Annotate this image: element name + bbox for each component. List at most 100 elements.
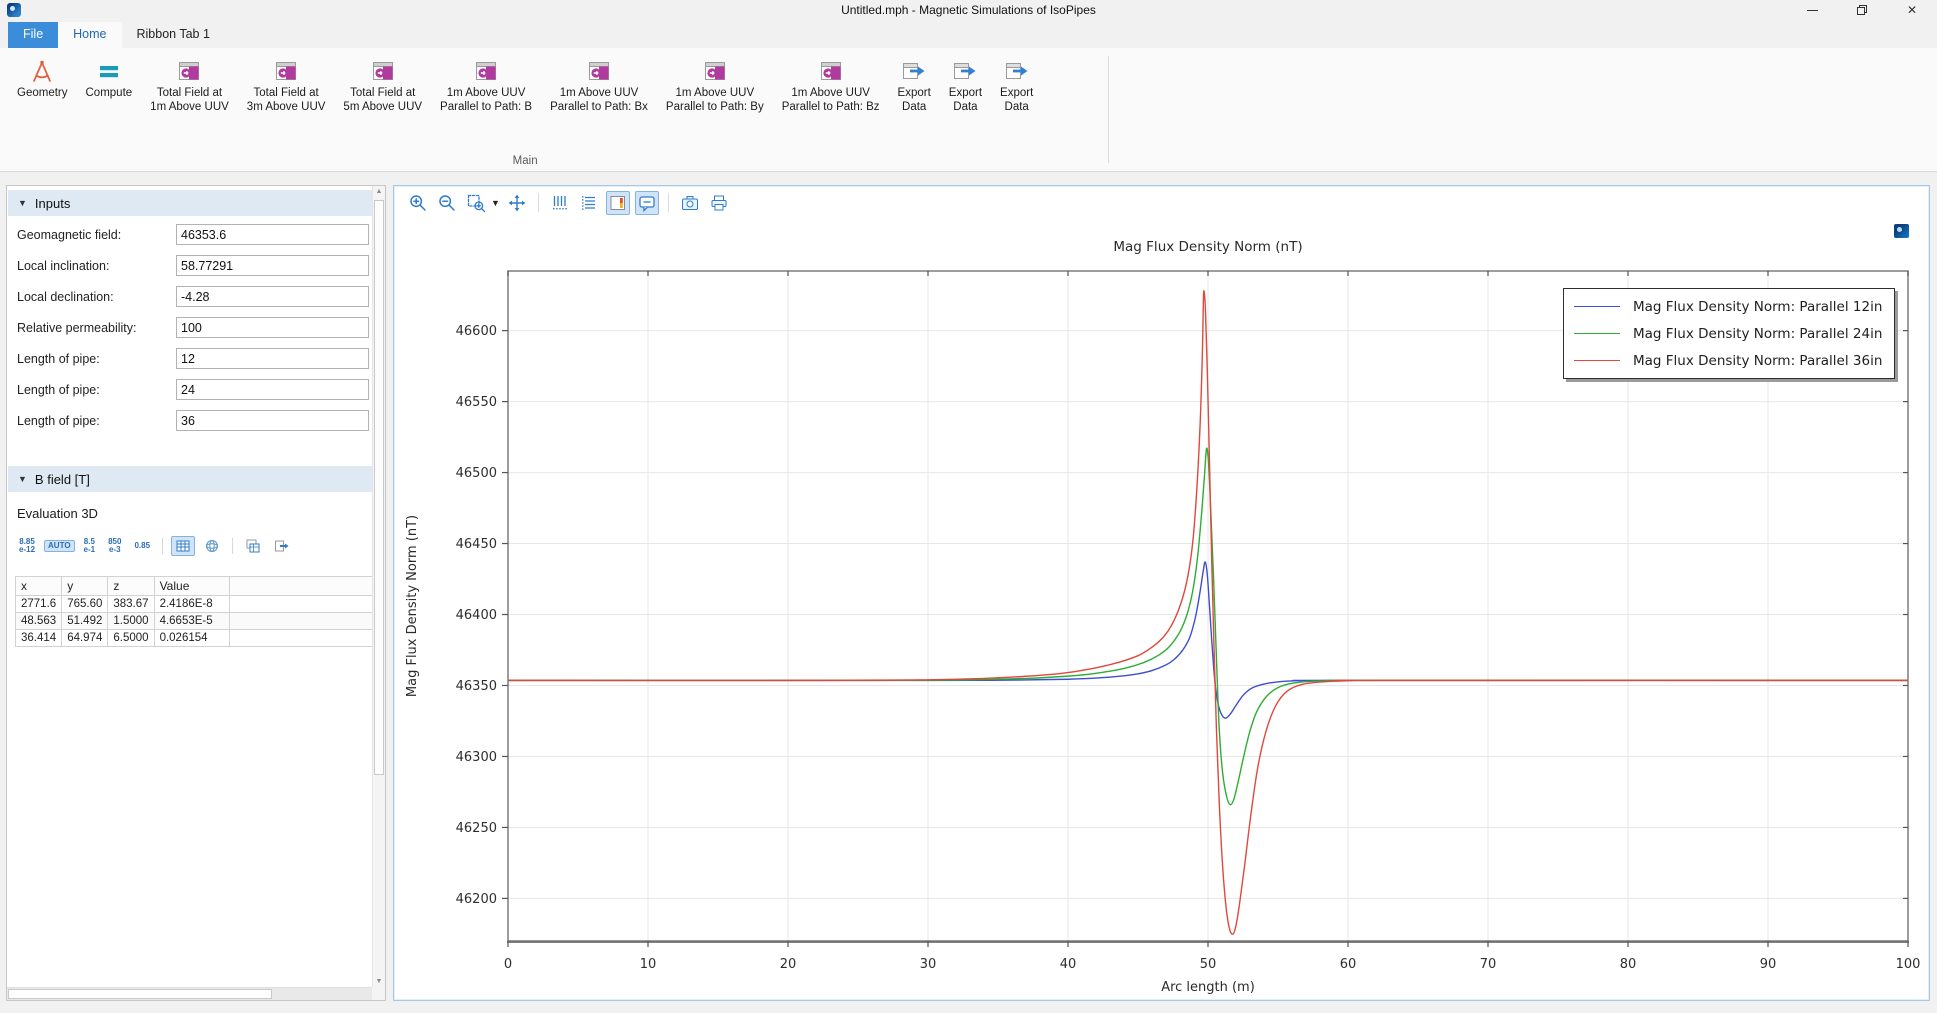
x-tick-label: 20 (780, 957, 797, 972)
zoom-in-button[interactable] (406, 191, 430, 215)
table-cell: 48.563 (16, 613, 62, 630)
table-row[interactable]: 48.56351.4921.50004.6653E-5 (16, 613, 375, 630)
bfield-section-header[interactable]: ▼ B field [T] (8, 466, 373, 492)
scrollbar-thumb[interactable] (374, 200, 384, 775)
table-view-button[interactable] (171, 536, 195, 556)
tab-ribbon-tab-1[interactable]: Ribbon Tab 1 (122, 22, 225, 48)
precision-sci-button[interactable]: 8.5 e-1 (80, 536, 100, 556)
copy-to-table-button[interactable] (241, 536, 265, 556)
column-header[interactable]: Value (154, 577, 229, 596)
column-header-empty (229, 577, 374, 596)
ribbon-button-1m-above-uuv-parallel-to-path-bx-6[interactable]: 1m Above UUV Parallel to Path: Bx (541, 56, 657, 114)
legend-label: Mag Flux Density Norm: Parallel 12in (1633, 299, 1882, 315)
ribbon-button-compute-1[interactable]: Compute (77, 56, 142, 101)
column-header[interactable]: x (16, 577, 62, 596)
precision-auto-button[interactable]: AUTO (44, 540, 75, 552)
image-snapshot-button[interactable] (678, 191, 702, 215)
table-row[interactable]: 2771.6765.60383.672.4186E-8 (16, 596, 375, 613)
x-tick-label: 70 (1480, 957, 1497, 972)
close-button[interactable]: ✕ (1887, 0, 1937, 20)
separator (232, 538, 233, 554)
inputs-section-header[interactable]: ▼ Inputs (8, 190, 373, 216)
zoom-box-button[interactable] (464, 191, 488, 215)
length-of-pipe-input-4[interactable] (176, 348, 369, 369)
ribbon-button-export-data-11[interactable]: Export Data (991, 56, 1042, 114)
legend-line-sample (1574, 306, 1620, 307)
scrollbar-thumb[interactable] (8, 989, 272, 999)
scroll-down-icon[interactable]: ▼ (373, 978, 385, 985)
legend-toggle-button[interactable] (606, 191, 630, 215)
ribbon-button-export-data-10[interactable]: Export Data (940, 56, 991, 114)
ribbon-button-export-data-9[interactable]: Export Data (889, 56, 940, 114)
local-inclination-input-1[interactable] (176, 255, 369, 276)
sidebar-horizontal-scrollbar[interactable] (7, 987, 372, 1000)
plot-canvas[interactable]: 0102030405060708090100462004625046300463… (396, 217, 1927, 998)
table-cell: 2.4186E-8 (154, 596, 229, 613)
column-header[interactable]: z (108, 577, 154, 596)
compass-icon (29, 58, 55, 84)
sidebar-vertical-scrollbar[interactable]: ▲ ▼ (372, 186, 385, 987)
collapse-triangle-icon: ▼ (18, 198, 27, 208)
relative-permeability-input-3[interactable] (176, 317, 369, 338)
title-bar: Untitled.mph - Magnetic Simulations of I… (0, 0, 1937, 20)
local-declination-input-2[interactable] (176, 286, 369, 307)
ribbon-button-1m-above-uuv-parallel-to-path-by-7[interactable]: 1m Above UUV Parallel to Path: By (657, 56, 773, 114)
export-table-button[interactable] (270, 536, 294, 556)
y-tick-label: 46200 (456, 892, 497, 907)
table-cell: 36.414 (16, 630, 62, 647)
chevron-down-icon[interactable]: ▼ (491, 198, 500, 208)
sphere-view-button[interactable] (200, 536, 224, 556)
table-cell-empty (229, 630, 374, 647)
scroll-up-icon[interactable]: ▲ (373, 188, 385, 195)
precision-eng-button[interactable]: 850 e-3 (104, 536, 125, 556)
print-button[interactable] (707, 191, 731, 215)
field-row: Geomagnetic field: (7, 224, 372, 248)
legend-item: Mag Flux Density Norm: Parallel 24in (1574, 320, 1882, 347)
field-row: Length of pipe: (7, 379, 372, 403)
legend-label: Mag Flux Density Norm: Parallel 24in (1633, 326, 1882, 342)
y-axis-scale-button[interactable] (577, 191, 601, 215)
zoom-extents-button[interactable] (505, 191, 529, 215)
precision-full-button[interactable]: 8.85 e-12 (15, 536, 39, 556)
zoom-out-button[interactable] (435, 191, 459, 215)
ribbon-button-geometry-0[interactable]: Geometry (8, 56, 77, 101)
ribbon-button-total-field-at-3m-above-uuv-3[interactable]: Total Field at 3m Above UUV (238, 56, 335, 114)
tab-file[interactable]: File (8, 22, 58, 48)
x-tick-label: 60 (1340, 957, 1357, 972)
copy-to-table-icon (245, 538, 261, 554)
graphics-toolbar: ▼ (396, 188, 1927, 217)
plot-icon (473, 58, 499, 84)
tab-home[interactable]: Home (58, 22, 121, 48)
y-tick-label: 46600 (456, 324, 497, 339)
y-axis-label: Mag Flux Density Norm (nT) (405, 515, 420, 697)
plot-icon (176, 58, 202, 84)
x-axis-scale-button[interactable] (548, 191, 572, 215)
tooltip-toggle-button[interactable] (635, 191, 659, 215)
graphics-window: ▼ (393, 185, 1930, 1001)
length-of-pipe-input-6[interactable] (176, 410, 369, 431)
y-tick-label: 46500 (456, 466, 497, 481)
geomagnetic-field-input-0[interactable] (176, 224, 369, 245)
field-label: Length of pipe: (17, 352, 100, 366)
ribbon-button-total-field-at-1m-above-uuv-2[interactable]: Total Field at 1m Above UUV (141, 56, 238, 114)
length-of-pipe-input-5[interactable] (176, 379, 369, 400)
x-axis-label: Arc length (m) (1161, 980, 1255, 995)
ribbon-button-1m-above-uuv-parallel-to-path-b-5[interactable]: 1m Above UUV Parallel to Path: B (431, 56, 541, 114)
legend-item: Mag Flux Density Norm: Parallel 12in (1574, 293, 1882, 320)
close-icon: ✕ (1907, 4, 1917, 16)
table-row[interactable]: 36.41464.9746.50000.026154 (16, 630, 375, 647)
ribbon-button-total-field-at-5m-above-uuv-4[interactable]: Total Field at 5m Above UUV (334, 56, 431, 114)
separator (162, 538, 163, 554)
x-tick-label: 50 (1200, 957, 1217, 972)
ribbon-button-1m-above-uuv-parallel-to-path-bz-8[interactable]: 1m Above UUV Parallel to Path: Bz (773, 56, 889, 114)
minimize-button[interactable] (1787, 0, 1837, 20)
wireframe-sphere-icon (204, 538, 220, 554)
zoom-in-icon (408, 193, 428, 213)
precision-plain-button[interactable]: 0.85 (130, 540, 154, 552)
table-cell-empty (229, 613, 374, 630)
column-header[interactable]: y (62, 577, 108, 596)
window-buttons: ✕ (1787, 0, 1937, 20)
export-icon (1004, 58, 1030, 84)
table-icon (175, 538, 191, 554)
restore-button[interactable] (1837, 0, 1887, 20)
